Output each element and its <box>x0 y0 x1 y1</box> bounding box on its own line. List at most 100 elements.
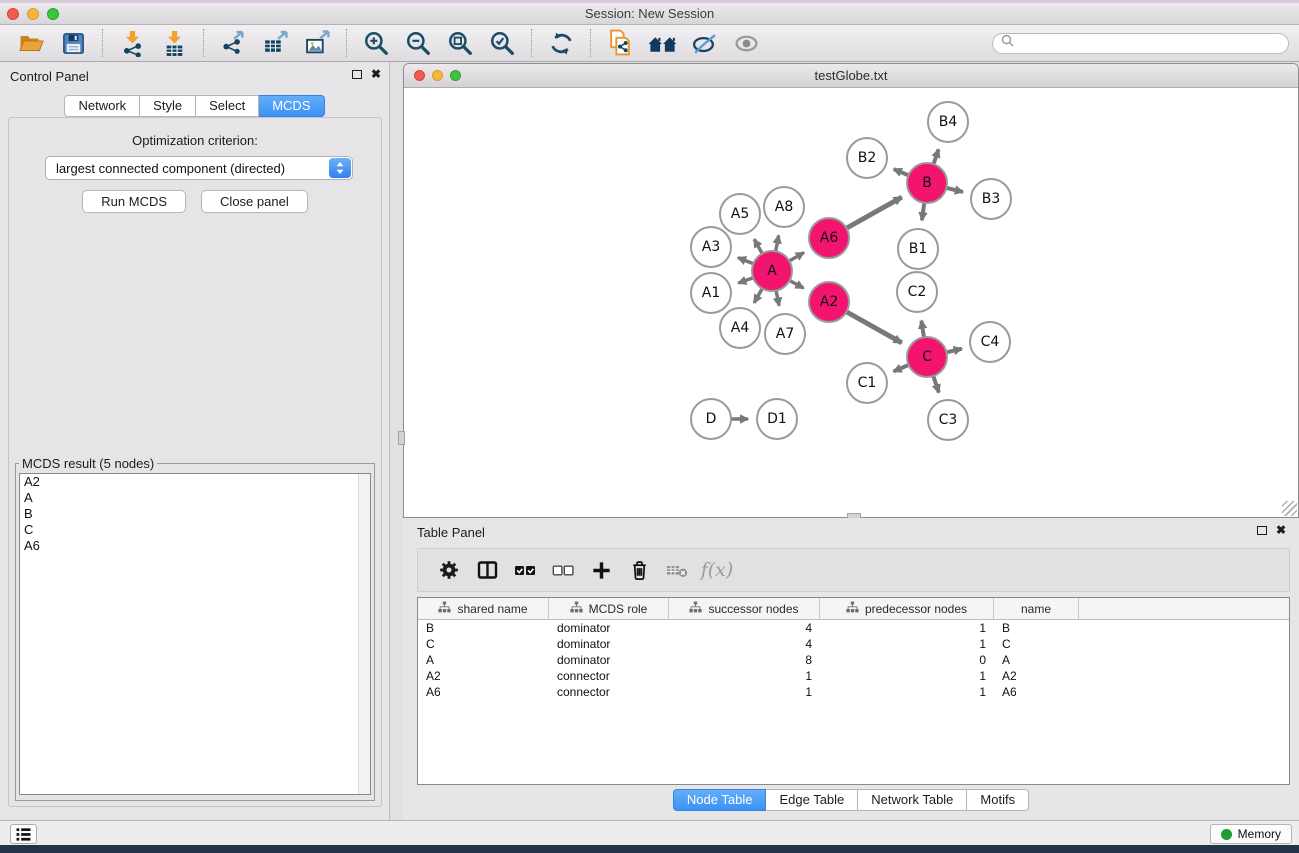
delete-table-icon[interactable] <box>660 555 694 585</box>
result-list-item[interactable]: A <box>20 490 370 506</box>
table-cell[interactable]: dominator <box>549 620 669 636</box>
table-cell[interactable]: C <box>418 636 549 652</box>
graph-node-B3[interactable]: B3 <box>971 179 1011 219</box>
result-list-item[interactable]: B <box>20 506 370 522</box>
table-cell[interactable]: C <box>994 636 1079 652</box>
zoom-selected-icon[interactable] <box>487 29 517 57</box>
splitter-handle-vertical[interactable] <box>398 431 405 445</box>
float-panel-icon[interactable] <box>1257 526 1267 535</box>
tab-network[interactable]: Network <box>64 95 140 117</box>
table-cell[interactable]: 4 <box>669 636 820 652</box>
tab-mcds[interactable]: MCDS <box>259 95 324 117</box>
export-network-icon[interactable] <box>218 29 248 57</box>
memory-button[interactable]: Memory <box>1210 824 1292 844</box>
table-row[interactable]: Cdominator41C <box>418 636 1289 652</box>
import-table-icon[interactable] <box>159 29 189 57</box>
table-cell[interactable]: 8 <box>669 652 820 668</box>
table-cell[interactable]: B <box>418 620 549 636</box>
column-header-shared-name[interactable]: shared name <box>418 598 549 619</box>
table-cell[interactable]: A2 <box>994 668 1079 684</box>
graph-node-A[interactable]: A <box>752 251 792 291</box>
graph-node-A7[interactable]: A7 <box>765 314 805 354</box>
import-network-icon[interactable] <box>117 29 147 57</box>
export-table-icon[interactable] <box>260 29 290 57</box>
graph-node-A4[interactable]: A4 <box>720 308 760 348</box>
zoom-out-icon[interactable] <box>403 29 433 57</box>
tab-select[interactable]: Select <box>196 95 259 117</box>
add-column-icon[interactable] <box>584 555 618 585</box>
table-options-gear-icon[interactable] <box>432 555 466 585</box>
show-graphics-details-icon[interactable] <box>689 29 719 57</box>
graph-node-A3[interactable]: A3 <box>691 227 731 267</box>
close-panel-icon[interactable]: ✖ <box>1276 525 1286 535</box>
table-cell[interactable]: A6 <box>418 684 549 700</box>
optimization-criterion-select[interactable]: largest connected component (directed) <box>45 156 353 180</box>
graph-node-C1[interactable]: C1 <box>847 363 887 403</box>
refresh-icon[interactable] <box>546 29 576 57</box>
table-cell[interactable]: 1 <box>820 684 994 700</box>
graph-node-B1[interactable]: B1 <box>898 229 938 269</box>
graph-node-A1[interactable]: A1 <box>691 273 731 313</box>
tab-motifs[interactable]: Motifs <box>967 789 1029 811</box>
deselect-all-rows-icon[interactable] <box>546 555 580 585</box>
tab-style[interactable]: Style <box>140 95 196 117</box>
table-cell[interactable]: dominator <box>549 636 669 652</box>
export-image-icon[interactable] <box>302 29 332 57</box>
search-field[interactable] <box>992 33 1289 54</box>
table-row[interactable]: A6connector11A6 <box>418 684 1289 700</box>
table-cell[interactable]: dominator <box>549 652 669 668</box>
table-row[interactable]: Adominator80A <box>418 652 1289 668</box>
table-row[interactable]: A2connector11A2 <box>418 668 1289 684</box>
table-cell[interactable]: 1 <box>669 668 820 684</box>
column-header-predecessor-nodes[interactable]: predecessor nodes <box>820 598 994 619</box>
column-header-successor-nodes[interactable]: successor nodes <box>669 598 820 619</box>
table-cell[interactable]: A <box>994 652 1079 668</box>
zoom-in-icon[interactable] <box>361 29 391 57</box>
network-window-titlebar[interactable]: testGlobe.txt <box>404 64 1298 88</box>
table-cell[interactable]: 1 <box>820 636 994 652</box>
graph-node-A2[interactable]: A2 <box>809 282 849 322</box>
table-cell[interactable]: A6 <box>994 684 1079 700</box>
column-visibility-icon[interactable] <box>470 555 504 585</box>
tab-edge-table[interactable]: Edge Table <box>766 789 858 811</box>
float-panel-icon[interactable] <box>352 70 362 79</box>
graph-node-A5[interactable]: A5 <box>720 194 760 234</box>
network-graph[interactable]: B4B2BB3A8A5A6A3B1AA1C2A2A4A7C4CC1DD1C3 <box>404 88 1298 518</box>
home-layout-icon[interactable] <box>647 29 677 57</box>
function-builder-icon[interactable]: f(x) <box>698 555 732 585</box>
table-cell[interactable]: 0 <box>820 652 994 668</box>
graph-node-B4[interactable]: B4 <box>928 102 968 142</box>
table-cell[interactable]: 4 <box>669 620 820 636</box>
graph-node-C[interactable]: C <box>907 337 947 377</box>
graph-node-A6[interactable]: A6 <box>809 218 849 258</box>
save-session-icon[interactable] <box>58 29 88 57</box>
result-list-item[interactable]: A2 <box>20 474 370 490</box>
column-header-name[interactable]: name <box>994 598 1079 619</box>
tab-node-table[interactable]: Node Table <box>673 789 767 811</box>
graph-node-B[interactable]: B <box>907 163 947 203</box>
clone-network-icon[interactable] <box>605 29 635 57</box>
task-history-button[interactable] <box>10 824 37 844</box>
tab-network-table[interactable]: Network Table <box>858 789 967 811</box>
select-all-rows-icon[interactable] <box>508 555 542 585</box>
result-list-item[interactable]: C <box>20 522 370 538</box>
search-input[interactable] <box>1014 36 1280 50</box>
table-cell[interactable]: B <box>994 620 1079 636</box>
close-panel-icon[interactable]: ✖ <box>371 69 381 79</box>
table-cell[interactable]: 1 <box>820 668 994 684</box>
graph-node-A8[interactable]: A8 <box>764 187 804 227</box>
table-cell[interactable]: A <box>418 652 549 668</box>
graph-node-D1[interactable]: D1 <box>757 399 797 439</box>
delete-columns-trash-icon[interactable] <box>622 555 656 585</box>
result-list-scrollbar[interactable] <box>358 474 370 794</box>
close-panel-button[interactable]: Close panel <box>201 190 308 213</box>
table-cell[interactable]: connector <box>549 668 669 684</box>
table-cell[interactable]: A2 <box>418 668 549 684</box>
graph-node-C4[interactable]: C4 <box>970 322 1010 362</box>
open-session-icon[interactable] <box>16 29 46 57</box>
mcds-result-list[interactable]: A2ABCA6 <box>19 473 371 795</box>
birds-eye-view-icon[interactable] <box>731 29 761 57</box>
table-cell[interactable]: connector <box>549 684 669 700</box>
table-cell[interactable]: 1 <box>820 620 994 636</box>
run-mcds-button[interactable]: Run MCDS <box>82 190 186 213</box>
